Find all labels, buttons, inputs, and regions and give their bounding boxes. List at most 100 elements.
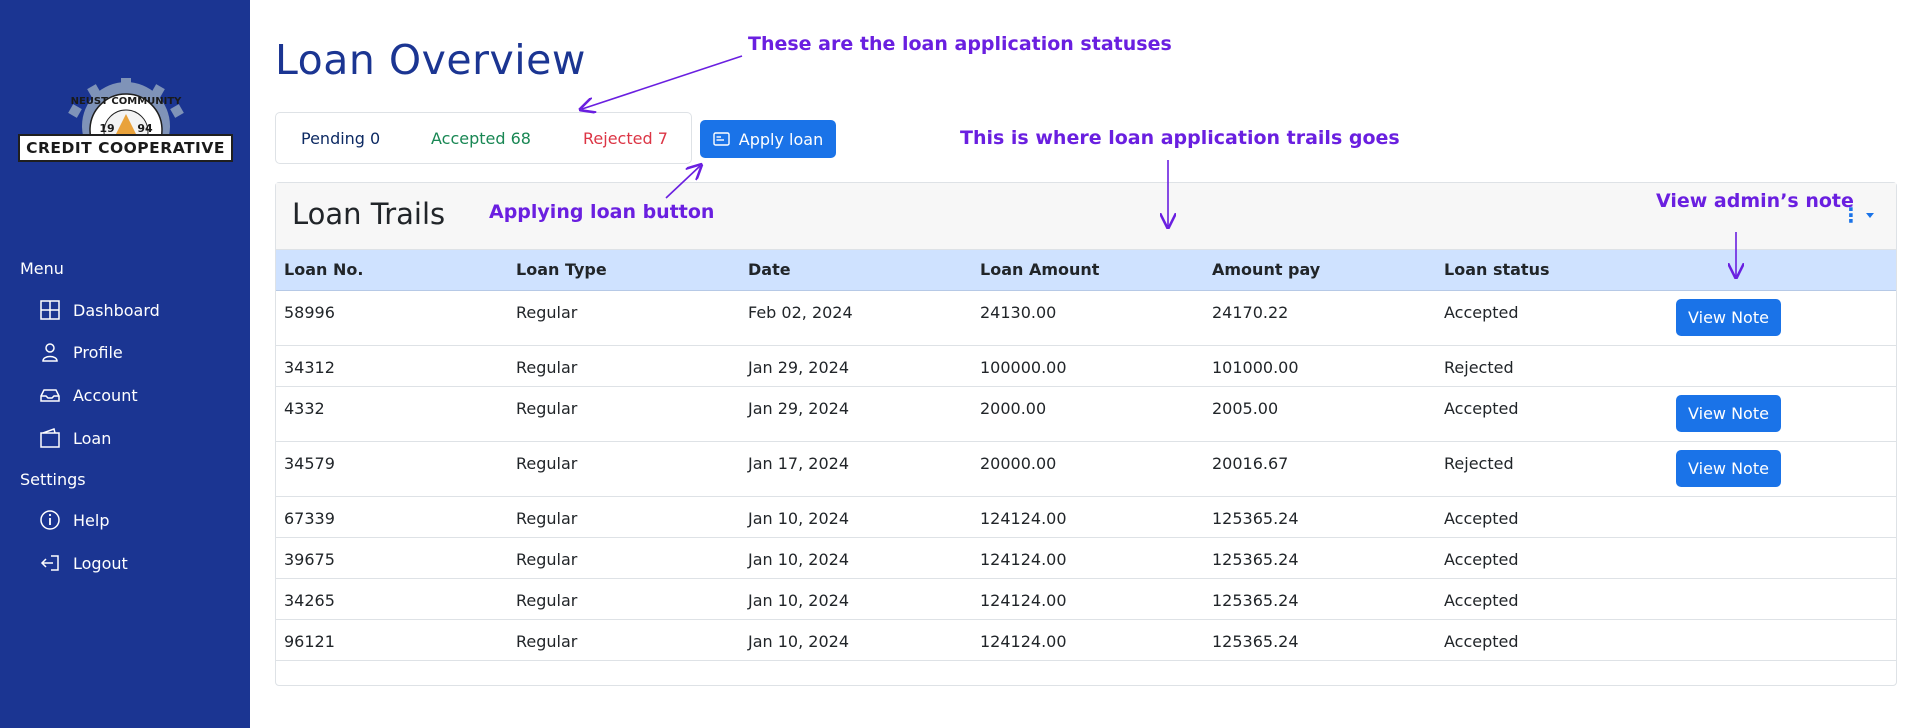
grid-icon	[40, 300, 60, 320]
sidebar-item-label: Account	[73, 385, 138, 405]
date-cell: Jan 29, 2024	[740, 386, 972, 442]
actions-cell	[1668, 578, 1896, 620]
sidebar-item-label: Dashboard	[73, 300, 160, 320]
loan-amount-cell: 100000.00	[972, 345, 1204, 387]
view-note-button[interactable]: View Note	[1676, 449, 1781, 487]
loan-type-cell: Regular	[508, 345, 740, 387]
table-row: 34579 Regular Jan 17, 2024 20000.00 20016.67…	[276, 441, 1896, 497]
status-pending: Pending 0	[301, 128, 381, 148]
gear-emblem-icon: NEUST COMMUNITY 19 94	[68, 78, 184, 138]
date-cell: Jan 10, 2024	[740, 496, 972, 538]
brand-logo: NEUST COMMUNITY 19 94 CREDIT COOPERATIVE	[18, 78, 233, 166]
loan-amount-cell: 124124.00	[972, 496, 1204, 538]
loan-trails-table: Loan No. Loan Type Date Loan Amount Amou…	[276, 250, 1896, 661]
actions-cell	[1668, 496, 1896, 538]
sidebar-item-dashboard[interactable]: Dashboard	[40, 300, 160, 320]
table-row: 34265 Regular Jan 10, 2024 124124.00 125365.…	[276, 578, 1896, 620]
table-row: 58996 Regular Feb 02, 2024 24130.00 24170.22…	[276, 290, 1896, 346]
column-header: Loan status	[1436, 250, 1668, 291]
brand-name: CREDIT COOPERATIVE	[26, 139, 225, 157]
amount-pay-cell: 20016.67	[1204, 441, 1436, 497]
apply-loan-label: Apply loan	[738, 129, 824, 149]
sidebar: NEUST COMMUNITY 19 94 CREDIT COOPERATIVE…	[0, 0, 250, 728]
loan-status-cell: Accepted	[1436, 578, 1668, 620]
page-title: Loan Overview	[275, 36, 586, 84]
loan-status-cell: Accepted	[1436, 290, 1668, 346]
actions-cell	[1668, 345, 1896, 387]
loan-amount-cell: 124124.00	[972, 537, 1204, 579]
date-cell: Jan 10, 2024	[740, 619, 972, 661]
actions-cell: View Note	[1668, 441, 1896, 497]
panel-title: Loan Trails	[292, 197, 446, 231]
loan-type-cell: Regular	[508, 441, 740, 497]
table-row: 34312 Regular Jan 29, 2024 100000.00 101000.…	[276, 345, 1896, 387]
actions-cell	[1668, 537, 1896, 579]
loan-number-cell: 34265	[276, 578, 508, 620]
loan-amount-cell: 20000.00	[972, 441, 1204, 497]
status-summary-card: Pending 0 Accepted 68 Rejected 7	[275, 112, 692, 164]
column-header: Amount pay	[1204, 250, 1436, 291]
view-note-button[interactable]: View Note	[1676, 298, 1781, 336]
loan-status-cell: Accepted	[1436, 537, 1668, 579]
loan-type-cell: Regular	[508, 537, 740, 579]
status-rejected: Rejected 7	[583, 128, 668, 148]
loan-number-cell: 34579	[276, 441, 508, 497]
loan-type-cell: Regular	[508, 386, 740, 442]
loan-number-cell: 67339	[276, 496, 508, 538]
loan-status-cell: Rejected	[1436, 345, 1668, 387]
settings-heading: Settings	[20, 470, 86, 489]
annotation-trails: This is where loan application trails go…	[960, 127, 1400, 149]
loan-amount-cell: 124124.00	[972, 578, 1204, 620]
sidebar-item-account[interactable]: Account	[40, 385, 138, 405]
loan-number-cell: 34312	[276, 345, 508, 387]
loan-status-cell: Accepted	[1436, 386, 1668, 442]
table-row: 4332 Regular Jan 29, 2024 2000.00 2005.00 Acc…	[276, 386, 1896, 442]
loan-number-cell: 4332	[276, 386, 508, 442]
loan-type-cell: Regular	[508, 290, 740, 346]
amount-pay-cell: 125365.24	[1204, 537, 1436, 579]
loan-number-cell: 96121	[276, 619, 508, 661]
sidebar-item-help[interactable]: Help	[40, 510, 109, 530]
sidebar-item-label: Logout	[73, 553, 128, 573]
loan-type-cell: Regular	[508, 578, 740, 620]
apply-loan-button[interactable]: Apply loan	[700, 120, 836, 158]
amount-pay-cell: 125365.24	[1204, 619, 1436, 661]
amount-pay-cell: 2005.00	[1204, 386, 1436, 442]
table-row: 39675 Regular Jan 10, 2024 124124.00 125365.…	[276, 537, 1896, 579]
column-header: Loan Amount	[972, 250, 1204, 291]
annotation-statuses: These are the loan application statuses	[748, 33, 1172, 55]
annotation-admin-note: View admin’s note	[1656, 190, 1854, 212]
loan-status-cell: Accepted	[1436, 619, 1668, 661]
caret-down-icon	[1866, 212, 1874, 218]
status-accepted: Accepted 68	[431, 128, 531, 148]
actions-cell	[1668, 619, 1896, 661]
sidebar-item-label: Profile	[73, 342, 123, 362]
column-header: Date	[740, 250, 972, 291]
loan-amount-cell: 24130.00	[972, 290, 1204, 346]
date-cell: Jan 10, 2024	[740, 537, 972, 579]
wallet-icon	[40, 428, 60, 448]
loan-type-cell: Regular	[508, 619, 740, 661]
table-row: 96121 Regular Jan 10, 2024 124124.00 125365.…	[276, 619, 1896, 661]
sidebar-item-logout[interactable]: Logout	[40, 553, 128, 573]
loan-status-cell: Accepted	[1436, 496, 1668, 538]
date-cell: Jan 17, 2024	[740, 441, 972, 497]
main-content: Loan Overview Pending 0 Accepted 68 Reje…	[250, 0, 1911, 728]
column-header: Loan Type	[508, 250, 740, 291]
view-note-button[interactable]: View Note	[1676, 394, 1781, 432]
amount-pay-cell: 125365.24	[1204, 578, 1436, 620]
person-icon	[42, 343, 58, 362]
sidebar-item-profile[interactable]: Profile	[40, 342, 123, 362]
actions-cell: View Note	[1668, 290, 1896, 346]
sidebar-item-loan[interactable]: Loan	[40, 428, 111, 448]
column-header-actions	[1668, 250, 1896, 291]
loan-number-cell: 58996	[276, 290, 508, 346]
menu-heading: Menu	[20, 259, 64, 278]
loan-number-cell: 39675	[276, 537, 508, 579]
loan-trails-panel: Loan Trails ⋮ Loan No. Loan Type Date Lo…	[275, 182, 1897, 686]
actions-cell: View Note	[1668, 386, 1896, 442]
logout-icon	[40, 555, 59, 571]
loan-amount-cell: 2000.00	[972, 386, 1204, 442]
sidebar-item-label: Help	[73, 510, 110, 530]
info-icon	[40, 510, 60, 530]
